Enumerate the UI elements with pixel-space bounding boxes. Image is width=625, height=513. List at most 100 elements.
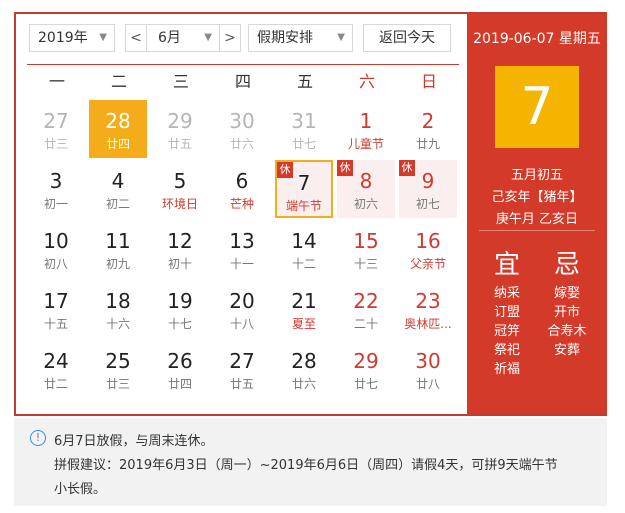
lunar-label: 奥林匹... bbox=[404, 317, 452, 331]
year-select[interactable]: 2019年 ▼ bbox=[29, 24, 115, 52]
weekday-header: 一二三四五六日 bbox=[27, 64, 459, 99]
day-cell[interactable]: 6 芒种 bbox=[213, 160, 271, 218]
selected-date: 2019-06-07 星期五 bbox=[473, 31, 601, 47]
day-cell[interactable]: 1 儿童节 bbox=[337, 100, 395, 158]
day-cell[interactable]: 13 十一 bbox=[213, 220, 271, 278]
day-cell[interactable]: 2 廿九 bbox=[399, 100, 457, 158]
day-cell[interactable]: 3 初一 bbox=[27, 160, 85, 218]
notice-line-2: 拼假建议：2019年6月3日（周一）~2019年6月6日（周四）请假4天，可拼9… bbox=[54, 458, 558, 473]
day-cell[interactable]: 16 父亲节 bbox=[399, 220, 457, 278]
day-number: 6 bbox=[235, 169, 249, 193]
ganzhi-month-day: 庚午月 乙亥日 bbox=[495, 212, 579, 227]
yi-activity: 祈福 bbox=[493, 362, 520, 377]
today-button[interactable]: 返回今天 bbox=[363, 24, 451, 52]
day-cell[interactable]: 20 十八 bbox=[213, 280, 271, 338]
lunar-label: 环境日 bbox=[161, 197, 198, 211]
month-select-label: 6月 bbox=[158, 30, 181, 46]
day-cell[interactable]: 15 十三 bbox=[337, 220, 395, 278]
lunar-label: 初一 bbox=[43, 197, 68, 211]
day-number: 27 bbox=[229, 349, 255, 373]
day-cell[interactable]: 休 9 初七 bbox=[399, 160, 457, 218]
lunar-label: 芒种 bbox=[229, 197, 254, 211]
weekday-label: 二 bbox=[110, 72, 127, 91]
lunar-label: 十三 bbox=[353, 257, 378, 271]
lunar-label: 十一 bbox=[229, 257, 254, 271]
info-icon: ! bbox=[30, 430, 46, 446]
notice-line-1: 6月7日放假，与周末连休。 bbox=[54, 434, 214, 449]
ji-activity: 合寿木 bbox=[547, 324, 587, 339]
lunar-label: 廿五 bbox=[167, 137, 192, 151]
date-detail-panel: 2019-06-07 星期五 7 五月初五 己亥年【猪年】 庚午月 乙亥日 宜 … bbox=[467, 14, 607, 414]
day-number: 24 bbox=[43, 349, 69, 373]
day-cell[interactable]: 18 十六 bbox=[89, 280, 147, 338]
day-cell[interactable]: 24 廿二 bbox=[27, 340, 85, 398]
day-number: 31 bbox=[291, 109, 317, 133]
day-cell[interactable]: 4 初二 bbox=[89, 160, 147, 218]
weekday-label: 日 bbox=[420, 72, 437, 91]
day-number: 7 bbox=[297, 171, 311, 195]
lunar-label: 廿三 bbox=[43, 137, 68, 151]
lunar-label: 二十 bbox=[353, 317, 378, 331]
day-cell[interactable]: 28 廿六 bbox=[275, 340, 333, 398]
lunar-label: 夏至 bbox=[291, 317, 316, 331]
day-cell[interactable]: 11 初九 bbox=[89, 220, 147, 278]
lunar-label: 初七 bbox=[415, 197, 440, 211]
day-cell[interactable]: 5 环境日 bbox=[151, 160, 209, 218]
day-cell[interactable]: 27 廿三 bbox=[27, 100, 85, 158]
lunar-label: 初六 bbox=[353, 197, 378, 211]
day-number: 29 bbox=[353, 349, 379, 373]
day-cell[interactable]: 30 廿八 bbox=[399, 340, 457, 398]
ji-list: 嫁娶 开市 合寿木 安葬 bbox=[537, 284, 597, 360]
day-cell[interactable]: 22 二十 bbox=[337, 280, 395, 338]
day-cell[interactable]: 19 十七 bbox=[151, 280, 209, 338]
weekday-label: 五 bbox=[296, 72, 313, 91]
day-number: 10 bbox=[43, 229, 69, 253]
holiday-notice: ! 6月7日放假，与周末连休。 拼假建议：2019年6月3日（周一）~2019年… bbox=[14, 418, 607, 506]
day-cell[interactable]: 29 廿五 bbox=[151, 100, 209, 158]
selected-day-number: 7 bbox=[495, 66, 579, 148]
divider bbox=[479, 230, 595, 231]
day-cell[interactable]: 12 初十 bbox=[151, 220, 209, 278]
day-cell[interactable]: 25 廿三 bbox=[89, 340, 147, 398]
day-number: 13 bbox=[229, 229, 255, 253]
lunar-label: 十七 bbox=[167, 317, 192, 331]
next-month-button[interactable]: > bbox=[219, 25, 240, 51]
day-cell[interactable]: 30 廿六 bbox=[213, 100, 271, 158]
lunar-label: 十八 bbox=[229, 317, 254, 331]
day-cell[interactable]: 28 廿四 bbox=[89, 100, 147, 158]
day-cell[interactable]: 休 8 初六 bbox=[337, 160, 395, 218]
day-cell[interactable]: 23 奥林匹... bbox=[399, 280, 457, 338]
yi-list: 纳采 订盟 冠笄 祭祀 祈福 bbox=[477, 284, 537, 379]
day-cell[interactable]: 26 廿四 bbox=[151, 340, 209, 398]
day-number: 27 bbox=[43, 109, 69, 133]
ji-title: 忌 bbox=[553, 250, 580, 280]
weekday-label: 六 bbox=[358, 72, 375, 91]
day-number: 20 bbox=[229, 289, 255, 313]
holiday-select-label: 假期安排 bbox=[257, 30, 313, 46]
day-cell[interactable]: 14 十二 bbox=[275, 220, 333, 278]
day-number: 25 bbox=[105, 349, 131, 373]
lunar-label: 十五 bbox=[43, 317, 68, 331]
month-select[interactable]: < 6月 ▼ > bbox=[125, 24, 241, 52]
day-number: 26 bbox=[167, 349, 193, 373]
lunar-label: 十六 bbox=[105, 317, 130, 331]
day-cell[interactable]: 17 十五 bbox=[27, 280, 85, 338]
lunar-label: 初二 bbox=[105, 197, 130, 211]
lunar-label: 端午节 bbox=[285, 199, 322, 213]
day-cell[interactable]: 21 夏至 bbox=[275, 280, 333, 338]
day-number: 15 bbox=[353, 229, 379, 253]
day-cell[interactable]: 27 廿五 bbox=[213, 340, 271, 398]
day-grid: 27 廿三 28 廿四 29 廿五 30 廿六 31 廿七 1 儿童节 2 廿九 3 初一 4 初二 5 环境日 6 芒种… bbox=[27, 100, 459, 400]
lunar-label: 廿二 bbox=[43, 377, 68, 391]
weekday-label: 四 bbox=[234, 72, 251, 91]
day-cell[interactable]: 休 7 端午节 bbox=[275, 160, 333, 218]
weekday-label: 一 bbox=[48, 72, 65, 91]
prev-month-button[interactable]: < bbox=[126, 25, 147, 51]
day-cell[interactable]: 10 初八 bbox=[27, 220, 85, 278]
day-cell[interactable]: 31 廿七 bbox=[275, 100, 333, 158]
notice-line-3: 小长假。 bbox=[54, 482, 107, 497]
calendar-main: 2019年 ▼ < 6月 ▼ > 假期安排 ▼ 返回今天 一二三四五六日 27 廿… bbox=[16, 14, 467, 414]
holiday-select[interactable]: 假期安排 ▼ bbox=[248, 24, 353, 52]
lunar-label: 十二 bbox=[291, 257, 316, 271]
day-cell[interactable]: 29 廿七 bbox=[337, 340, 395, 398]
